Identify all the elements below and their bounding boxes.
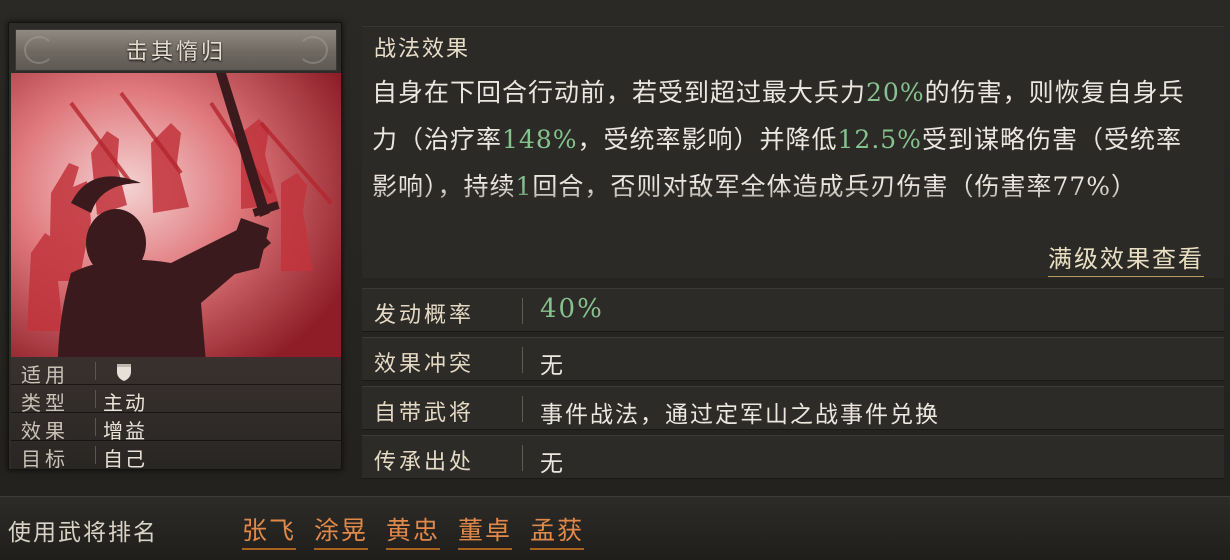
info-label: 发动概率 [374,303,475,328]
ranking-label: 使用武将排名 [8,520,158,546]
stat-row-target: 目标 自己 [11,441,341,471]
effect-text-segment: 敌军全体造成兵刃伤害（伤害率77%） [688,172,1138,201]
effect-text-segment: 回合，否则对 [532,172,689,201]
effect-description[interactable]: 自身在下回合行动前，若受到超过最大兵力20%的伤害，则恢复自身兵力（治疗率148… [372,69,1202,229]
title-ornament-right [298,36,328,64]
ranking-general-5[interactable]: 孟获 [530,511,585,550]
title-ornament-left [24,36,54,64]
info-divider [522,298,523,324]
effect-text-segment: 的伤害， [924,78,1029,107]
info-row-native-general: 自带武将 事件战法，通过定军山之战事件兑换 [362,386,1224,430]
info-label: 传承出处 [374,450,475,475]
max-level-effect-link[interactable]: 满级效果查看 [1048,239,1204,277]
skill-card: 击其惰归 适用 类型 主动 效果 增益 目标 自己 [8,22,342,471]
stat-row-applicable: 适用 [11,357,341,387]
conflict-value: 无 [540,353,565,379]
stat-value: 增益 [103,419,147,443]
warrior-silhouette-art [11,73,341,357]
stat-row-type: 类型 主动 [11,385,341,415]
info-divider [522,396,523,422]
stat-label: 目标 [21,447,69,471]
effect-highlight-value: 20% [866,78,925,107]
info-label: 效果冲突 [374,352,475,377]
stat-divider [95,446,96,464]
shield-icon [117,364,131,381]
skill-title-bar: 击其惰归 [15,29,337,71]
ranking-names: 张飞 涂晃 黄忠 董卓 孟获 [242,511,585,550]
stat-divider [95,362,96,380]
general-ranking-bar: 使用武将排名 张飞 涂晃 黄忠 董卓 孟获 [0,496,1230,560]
info-row-inheritance: 传承出处 无 [362,435,1224,479]
skill-artwork [11,73,341,357]
effect-text-segment: 自身在下回合行动前，若受到超过最大兵力 [372,78,867,107]
stat-label: 效果 [21,419,69,443]
stat-divider [95,418,96,436]
ranking-general-1[interactable]: 张飞 [242,511,297,550]
effect-highlight-value: 1 [515,172,533,201]
stat-value: 主动 [103,391,147,415]
skill-stats: 适用 类型 主动 效果 增益 目标 自己 [11,357,341,471]
stat-value: 自己 [103,447,147,471]
info-row-trigger-rate: 发动概率 40% [362,288,1224,332]
stat-divider [95,390,96,408]
info-label: 自带武将 [374,401,475,426]
skill-name: 击其惰归 [125,40,226,65]
ranking-general-2[interactable]: 涂晃 [314,511,369,550]
skill-detail-screen: 击其惰归 适用 类型 主动 效果 增益 目标 自己 战法效果 自身在下回合行动前… [0,0,1230,560]
stat-label: 类型 [21,391,69,415]
ranking-general-3[interactable]: 黄忠 [386,511,441,550]
info-divider [522,445,523,471]
inheritance-value: 无 [540,451,565,477]
trigger-rate-value: 40% [540,294,604,324]
effect-highlight-value: 148% [502,125,578,154]
info-row-conflict: 效果冲突 无 [362,337,1224,381]
effect-heading: 战法效果 [374,37,471,62]
effect-text-segment: ，受统率影响）并降低 [577,125,838,154]
effect-panel: 战法效果 自身在下回合行动前，若受到超过最大兵力20%的伤害，则恢复自身兵力（治… [362,26,1224,278]
stat-label: 适用 [21,363,69,387]
stat-row-effect: 效果 增益 [11,413,341,443]
effect-highlight-value: 12.5% [837,125,922,154]
ranking-general-4[interactable]: 董卓 [458,511,513,550]
info-divider [522,347,523,373]
native-general-value: 事件战法，通过定军山之战事件兑换 [540,402,940,428]
